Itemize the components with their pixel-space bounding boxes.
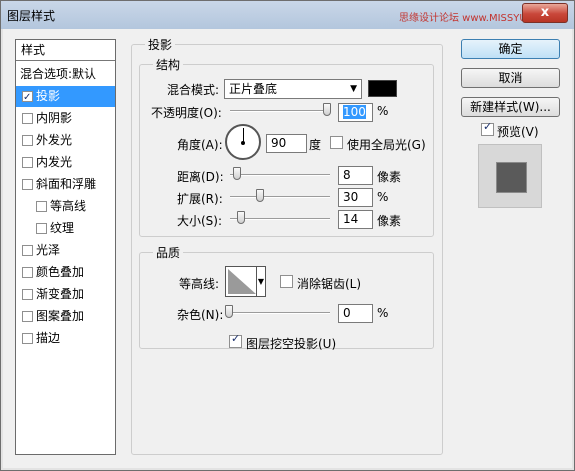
cancel-button[interactable]: 取消: [461, 68, 560, 88]
inner-shadow-checkbox[interactable]: [22, 113, 33, 124]
preview-checkbox[interactable]: [481, 120, 494, 136]
spread-slider-track[interactable]: [230, 196, 330, 198]
global-light-checkbox[interactable]: [330, 136, 343, 149]
contour-label: 等高线:: [179, 277, 220, 291]
opacity-slider-track[interactable]: [230, 110, 330, 112]
style-list-header[interactable]: 样式: [16, 40, 115, 61]
size-unit: 像素: [377, 214, 402, 228]
size-label: 大小(S):: [177, 214, 223, 228]
spread-slider-thumb[interactable]: [256, 189, 264, 202]
knockout-checkbox[interactable]: [229, 332, 242, 348]
size-input[interactable]: 14: [338, 210, 373, 229]
style-item-bevel-emboss[interactable]: 斜面和浮雕: [16, 174, 115, 195]
shadow-color-swatch[interactable]: [368, 80, 397, 97]
satin-checkbox[interactable]: [22, 245, 33, 256]
preview-thumbnail: [478, 144, 542, 208]
distance-slider-thumb[interactable]: [233, 167, 241, 180]
quality-title: 品质: [153, 244, 184, 261]
outer-glow-checkbox[interactable]: [22, 135, 33, 146]
angle-dial[interactable]: [225, 124, 261, 160]
noise-label: 杂色(N):: [177, 308, 224, 322]
angle-input[interactable]: 90: [266, 134, 307, 153]
title-bar[interactable]: 图层样式 思缘设计论坛 www.MISSYUAN.COM x: [1, 1, 574, 29]
style-item-contour[interactable]: 等高线: [16, 196, 115, 217]
distance-label: 距离(D):: [177, 170, 224, 184]
chevron-down-icon: ▼: [350, 84, 357, 94]
preview-square: [496, 162, 527, 193]
drop-shadow-checkbox[interactable]: [22, 87, 33, 108]
spread-label: 扩展(R):: [177, 192, 223, 206]
bevel-emboss-checkbox[interactable]: [22, 179, 33, 190]
distance-input[interactable]: 8: [338, 166, 373, 185]
opacity-input[interactable]: 100: [338, 103, 373, 122]
noise-slider-thumb[interactable]: [225, 305, 233, 318]
noise-slider-track[interactable]: [230, 312, 330, 314]
blend-mode-select[interactable]: 正片叠底 ▼: [224, 79, 362, 99]
contour-preview-icon: [228, 269, 256, 294]
style-item-texture[interactable]: 纹理: [16, 218, 115, 239]
opacity-slider-thumb[interactable]: [323, 103, 331, 116]
anti-alias-checkbox[interactable]: [280, 275, 293, 288]
blend-options-item[interactable]: 混合选项:默认: [16, 64, 115, 85]
spread-input[interactable]: 30: [338, 188, 373, 207]
anti-alias-label[interactable]: 消除锯齿(L): [297, 275, 361, 292]
style-item-color-overlay[interactable]: 颜色叠加: [16, 262, 115, 283]
style-list: 样式 混合选项:默认 投影 内阴影 外发光 内发光 斜面和浮雕: [15, 39, 116, 455]
spread-unit: %: [377, 190, 389, 204]
global-light-label[interactable]: 使用全局光(G): [347, 136, 426, 153]
knockout-label[interactable]: 图层挖空投影(U): [246, 335, 336, 352]
dialog-body: 样式 混合选项:默认 投影 内阴影 外发光 内发光 斜面和浮雕: [3, 29, 572, 468]
angle-unit: 度: [309, 138, 322, 152]
size-slider-track[interactable]: [230, 218, 330, 220]
style-item-pattern-overlay[interactable]: 图案叠加: [16, 306, 115, 327]
stroke-checkbox[interactable]: [22, 333, 33, 344]
chevron-down-icon[interactable]: ▼: [256, 267, 265, 296]
close-icon: x: [540, 5, 550, 20]
gradient-overlay-checkbox[interactable]: [22, 289, 33, 300]
style-item-stroke[interactable]: 描边: [16, 328, 115, 349]
pattern-overlay-checkbox[interactable]: [22, 311, 33, 322]
style-item-gradient-overlay[interactable]: 渐变叠加: [16, 284, 115, 305]
layer-style-dialog: 图层样式 思缘设计论坛 www.MISSYUAN.COM x 样式 混合选项:默…: [0, 0, 575, 471]
distance-slider-track[interactable]: [230, 174, 330, 176]
color-overlay-checkbox[interactable]: [22, 267, 33, 278]
dialog-title: 图层样式: [7, 9, 56, 23]
preview-label[interactable]: 预览(V): [497, 123, 539, 140]
style-item-satin[interactable]: 光泽: [16, 240, 115, 261]
style-item-inner-shadow[interactable]: 内阴影: [16, 108, 115, 129]
new-style-button[interactable]: 新建样式(W)...: [461, 97, 560, 117]
distance-unit: 像素: [377, 170, 402, 184]
texture-checkbox[interactable]: [36, 223, 47, 234]
ok-button[interactable]: 确定: [461, 39, 560, 59]
noise-input[interactable]: 0: [338, 304, 373, 323]
structure-title: 结构: [153, 56, 184, 73]
drop-shadow-title: 投影: [145, 36, 176, 53]
size-slider-thumb[interactable]: [237, 211, 245, 224]
angle-label: 角度(A):: [177, 138, 223, 152]
blend-mode-label: 混合模式:: [167, 83, 220, 97]
style-item-drop-shadow[interactable]: 投影: [16, 86, 115, 108]
contour-checkbox[interactable]: [36, 201, 47, 212]
opacity-label: 不透明度(O):: [151, 106, 222, 120]
close-button[interactable]: x: [522, 3, 568, 23]
inner-glow-checkbox[interactable]: [22, 157, 33, 168]
style-item-outer-glow[interactable]: 外发光: [16, 130, 115, 151]
style-item-inner-glow[interactable]: 内发光: [16, 152, 115, 173]
opacity-unit: %: [377, 104, 389, 118]
contour-picker[interactable]: ▼: [225, 266, 266, 297]
noise-unit: %: [377, 306, 389, 320]
